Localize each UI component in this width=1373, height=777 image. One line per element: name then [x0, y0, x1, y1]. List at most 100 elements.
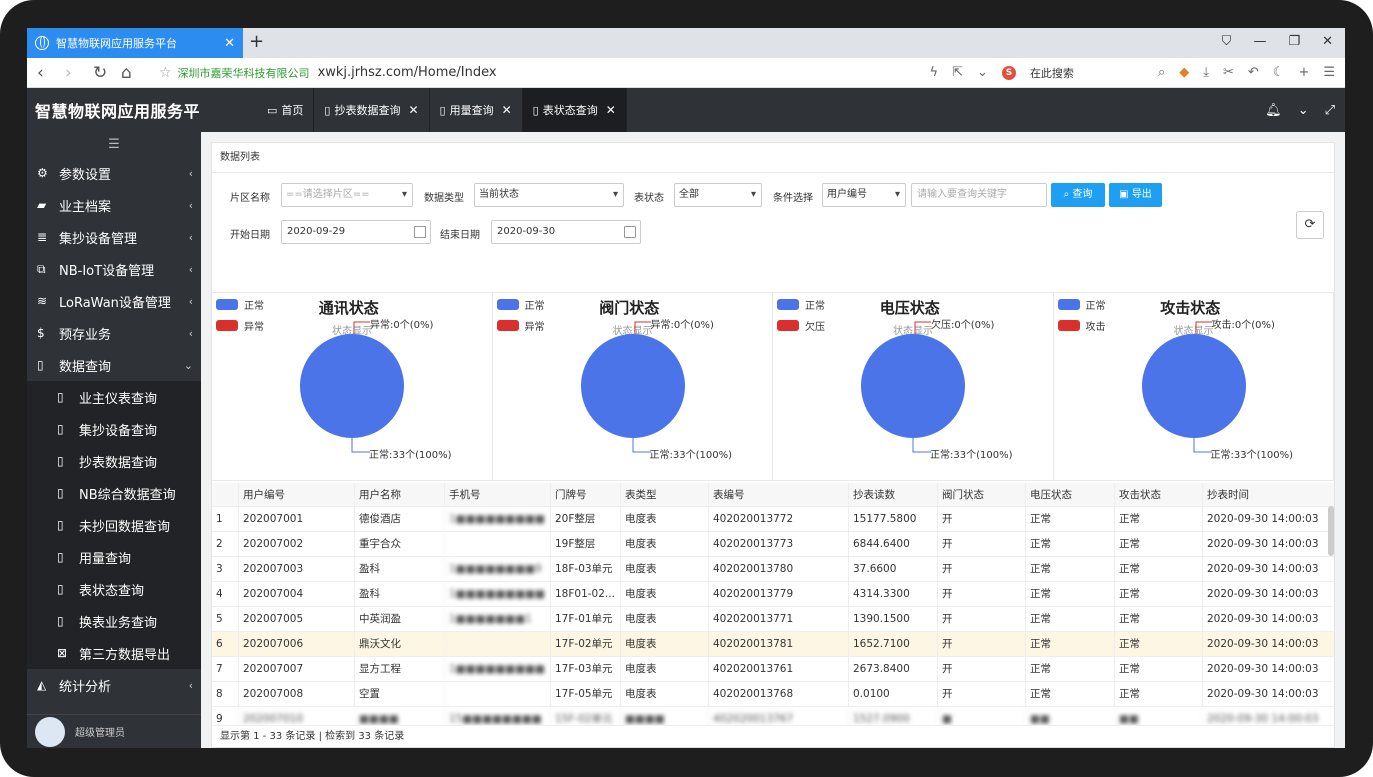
tab-meter-data[interactable]: ▯ 抄表数据查询 ✕ — [314, 88, 430, 132]
new-tab-icon[interactable]: + — [249, 31, 264, 52]
chevron-down-icon[interactable]: ⌄ — [1298, 103, 1309, 118]
table-scrollbar[interactable] — [1328, 506, 1334, 556]
sidebar-item-lorawan[interactable]: ≋ LoRaWan设备管理 ‹ — [27, 285, 201, 317]
column-header: 阀门状态 — [937, 483, 1025, 506]
browser-search-input[interactable]: 在此搜索 — [1030, 65, 1074, 81]
table-cell: 正常 — [1025, 632, 1114, 656]
sidebar-subitem[interactable]: ▯ 未抄回数据查询 — [27, 509, 201, 541]
sidebar-item-nbiot[interactable]: ⧉ NB-IoT设备管理 ‹ — [27, 253, 201, 285]
home-icon[interactable]: ⌂ — [121, 63, 149, 83]
sidebar-subitem[interactable]: ▯ 用量查询 — [27, 541, 201, 573]
close-tab-icon[interactable]: ✕ — [224, 36, 235, 51]
tab-usage[interactable]: ▯ 用量查询 ✕ — [430, 88, 523, 132]
scissors-icon[interactable]: ✂ — [1223, 65, 1234, 80]
bookmark-star-icon[interactable]: ☆ — [159, 65, 172, 81]
area-select[interactable]: ==请选择片区== — [281, 183, 413, 207]
table-cell: 9 — [216, 713, 223, 725]
table-cell: 2020-09-30 14:00:03 — [1202, 632, 1334, 656]
restore-icon[interactable]: ❐ — [1288, 34, 1300, 49]
close-icon[interactable]: ✕ — [606, 103, 616, 117]
sidebar-item-prepaid[interactable]: $ 预存业务 ‹ — [27, 317, 201, 349]
slice-label-abnormal: 异常:0个(0%) — [370, 320, 434, 331]
pie-slice-normal[interactable] — [861, 334, 965, 438]
tab-home[interactable]: ▭ 首页 — [257, 88, 315, 132]
share-icon[interactable]: ⇱ — [952, 65, 963, 80]
search-icon[interactable]: ⌕ — [1158, 65, 1165, 80]
table-row[interactable]: 5 202007005 中英润盈 1■■■■■■■1 17F-01单元 电度表 402020… — [212, 607, 1334, 632]
sidebar-item-collector[interactable]: ≣ 集抄设备管理 ‹ — [27, 221, 201, 253]
download-icon[interactable]: ⤓ — [1203, 65, 1209, 80]
game-icon[interactable]: ◆ — [1179, 65, 1189, 80]
table-row[interactable]: 8 202007008 空置 17F-05单元 电度表 402020013768 0.010… — [212, 682, 1334, 707]
panel-title: 数据列表 — [212, 143, 1334, 173]
sidebar-subitem[interactable]: ▯ 换表业务查询 — [27, 605, 201, 637]
table-cell: 402020013767 — [708, 707, 848, 725]
bell-icon[interactable]: 🔔︎ — [1265, 103, 1282, 118]
forward-icon[interactable]: › — [65, 63, 93, 83]
sidebar-item-stats[interactable]: ◭ 统计分析 ‹ — [27, 669, 201, 701]
sidebar-subitem[interactable]: ⊠ 第三方数据导出 — [27, 637, 201, 669]
table-row[interactable]: 7 202007007 显方工程 1■■■■■■■■■ 17F-03单元 电度表 40202… — [212, 657, 1334, 682]
sidebar-item-params[interactable]: ⚙ 参数设置 ‹ — [27, 157, 201, 189]
meter-state-select[interactable]: 全部 — [674, 183, 762, 207]
table-row[interactable]: 3 202007003 盈科 1■■■■■■■■9 18F-03单元 电度表 4020200… — [212, 557, 1334, 582]
menu-icon[interactable]: ☰ — [1323, 65, 1335, 80]
close-icon[interactable]: ✕ — [408, 103, 418, 117]
close-window-icon[interactable]: ✕ — [1322, 34, 1333, 49]
table-row[interactable]: 2 202007002 重宇合众 19F整层 电度表 402020013773 6844.6… — [212, 532, 1334, 557]
sidebar-item-label: 参数设置 — [59, 167, 112, 183]
sidebar-subitem[interactable]: ▯ NB综合数据查询 — [27, 477, 201, 509]
table-row[interactable]: 4 202007004 盈科 1■■■■■■■■■ 18F01-02... 电度表 4020… — [212, 582, 1334, 607]
pie-slice-normal[interactable] — [1141, 334, 1246, 438]
lightning-icon[interactable]: ϟ — [930, 65, 939, 80]
table-cell: 402020013780 — [708, 557, 848, 581]
column-header: 手机号 — [444, 483, 550, 506]
search-engine-icon[interactable]: S — [1001, 65, 1016, 80]
fullscreen-icon[interactable]: ⤢ — [1325, 103, 1335, 118]
minimize-icon[interactable]: — — [1253, 34, 1266, 49]
condition-select[interactable]: 用户编号 — [822, 183, 906, 207]
close-icon[interactable]: ✕ — [502, 103, 512, 117]
calendar-icon[interactable] — [414, 226, 426, 238]
sidebar-item-data-query[interactable]: ▯ 数据查询 ⌄ — [27, 349, 201, 381]
table-row[interactable]: 1 202007001 德俊酒店 1■■■■■■■■■ 20F整层 电度表 40202001… — [212, 507, 1334, 532]
site-name: 深圳市嘉荣华科技有限公司 — [177, 66, 310, 80]
export-button[interactable]: ▣ 导出 — [1109, 183, 1162, 207]
reload-icon[interactable]: ↻ — [93, 63, 121, 83]
refresh-icon[interactable]: ⟳ — [1296, 211, 1324, 239]
keyword-input[interactable]: 请输入要查询关键字 — [911, 183, 1047, 207]
query-button[interactable]: ⌕ 查询 — [1051, 183, 1105, 207]
sidebar-subitem[interactable]: ▯ 业主仪表查询 — [27, 381, 201, 413]
pie-slice-normal[interactable] — [580, 334, 685, 438]
dropdown-icon[interactable]: ⌄ — [977, 65, 988, 80]
moon-icon[interactable]: ☾ — [1273, 65, 1285, 80]
sidebar-toggle-icon[interactable]: ☰ — [27, 132, 201, 157]
start-date-input[interactable]: 2020-09-29 — [281, 220, 431, 244]
sidebar-subitem[interactable]: ▯ 集抄设备查询 — [27, 413, 201, 445]
sidebar-subitem[interactable]: ▯ 表状态查询 — [27, 573, 201, 605]
end-date-input[interactable]: 2020-09-30 — [491, 220, 641, 244]
pie-slice-normal[interactable] — [300, 334, 404, 438]
table-cell: 202007005 — [238, 607, 354, 631]
table-row[interactable]: 6 202007006 鼎沃文化 17F-02单元 电度表 402020013781 165… — [212, 632, 1334, 657]
table-cell: ■■ — [1025, 707, 1114, 725]
shirt-icon[interactable]: ⛉ — [1222, 34, 1232, 49]
data-type-select[interactable]: 当前状态 — [474, 183, 624, 207]
user-profile[interactable]: 超级管理员 — [27, 714, 201, 748]
table-row[interactable]: 9 202007010 ■■■■ 15■■■■■■■■ 15F-02单元 ■■■■ 4020… — [212, 707, 1334, 725]
nav-buttons: ‹ › ↻ ⌂ — [37, 63, 149, 83]
undo-icon[interactable]: ↶ — [1248, 65, 1259, 80]
sidebar-item-owners[interactable]: ▰ 业主档案 ‹ — [27, 189, 201, 221]
browser-tab[interactable]: 智慧物联网应用服务平台 ✕ — [27, 28, 243, 58]
table-cell: ■■■■ — [354, 707, 444, 725]
calendar-icon[interactable] — [624, 226, 636, 238]
plus-icon[interactable]: + — [1298, 65, 1309, 80]
sidebar-subitem[interactable]: ▯ 抄表数据查询 — [27, 445, 201, 477]
back-icon[interactable]: ‹ — [37, 63, 65, 83]
url-text[interactable]: xwkj.jrhsz.com/Home/Index — [318, 65, 497, 80]
file-icon: ▯ — [57, 614, 64, 628]
excel-icon: ⊠ — [57, 646, 68, 660]
sidebar-item-label: 业主档案 — [59, 199, 112, 215]
tab-meter-status[interactable]: ▯ 表状态查询 ✕ — [522, 88, 627, 132]
window-controls: ⛉ — ❐ ✕ — [1222, 34, 1333, 49]
